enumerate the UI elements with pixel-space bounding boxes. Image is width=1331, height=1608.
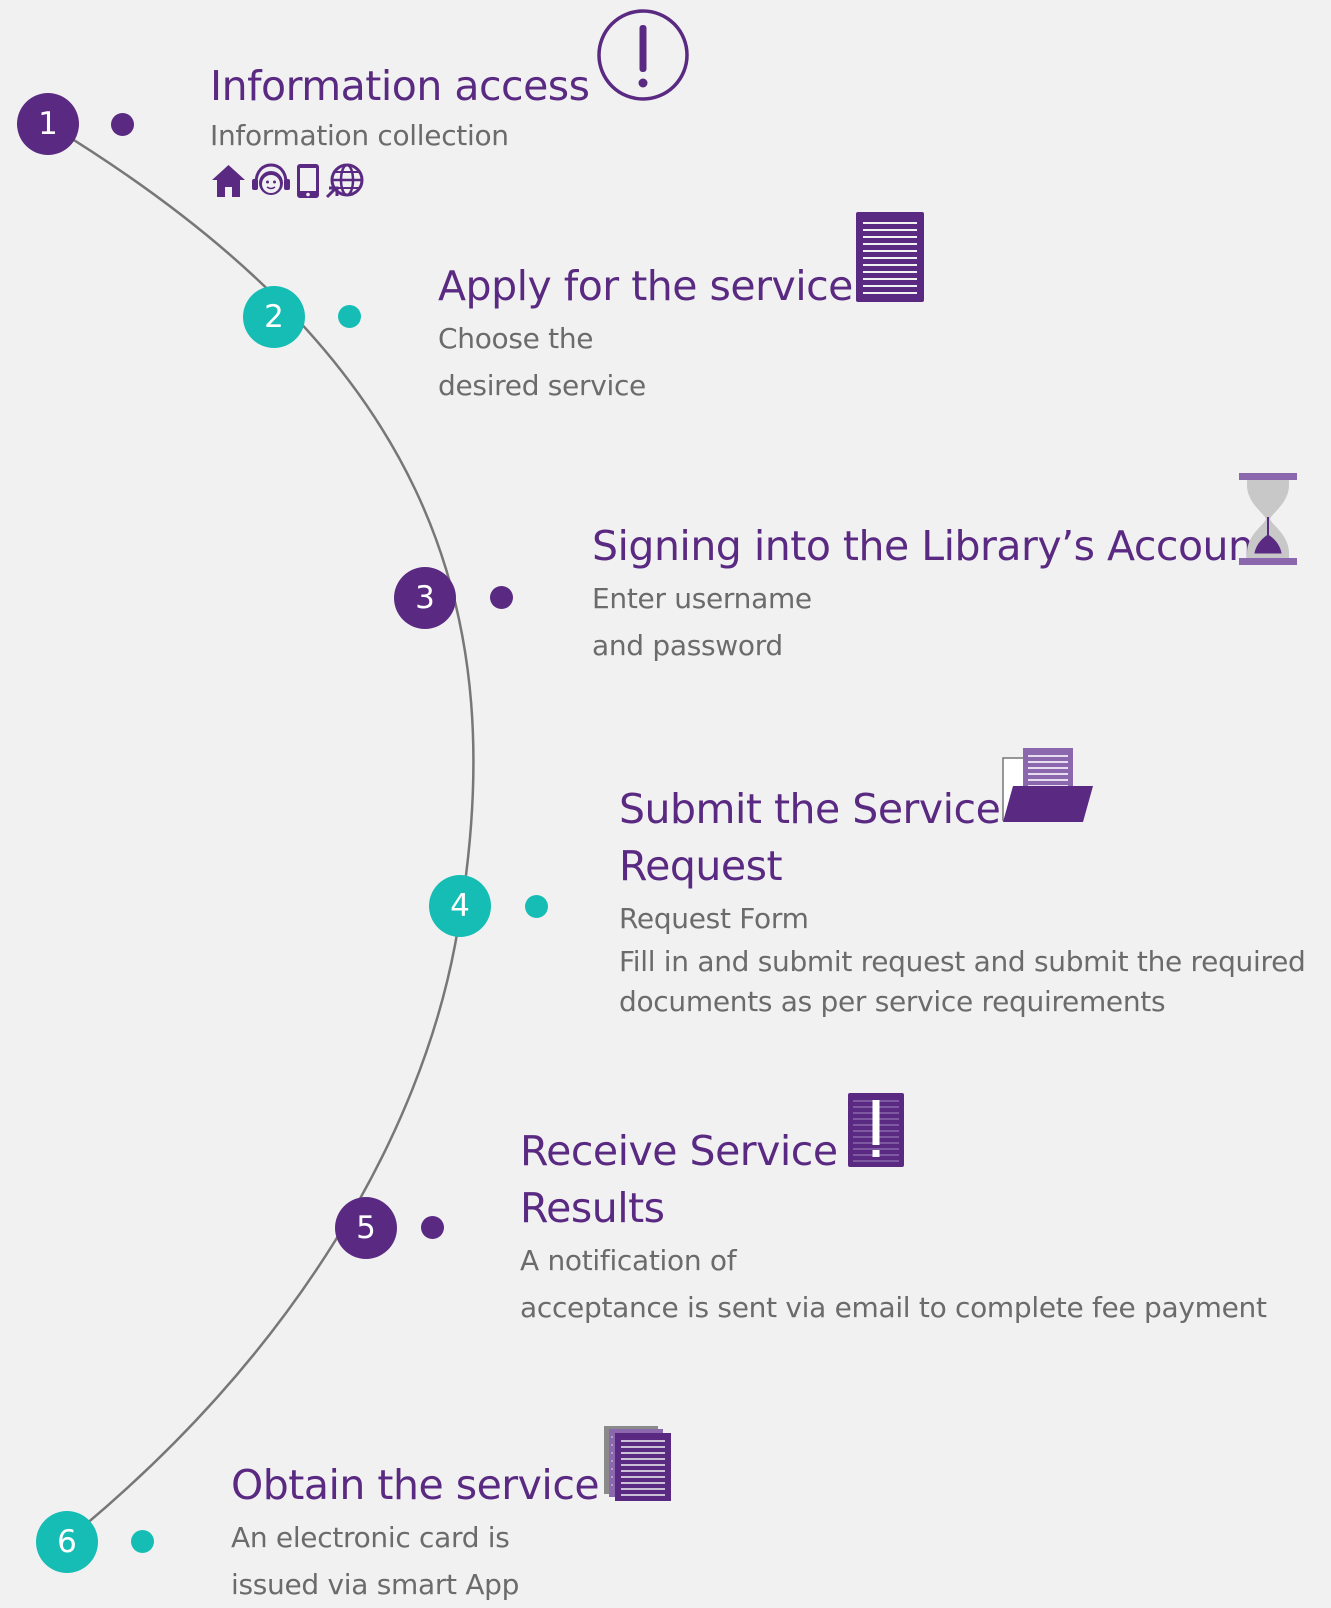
- step-5-dot: [421, 1216, 444, 1239]
- step-4-dot: [525, 895, 548, 918]
- step-3-description-line-2: and password: [592, 629, 783, 662]
- step-4: Submit the Service Request Request Form …: [619, 781, 1306, 1022]
- step-3-dot: [490, 586, 513, 609]
- step-6-number: 6: [36, 1511, 98, 1573]
- channel-icons: [210, 163, 590, 199]
- step-1-number: 1: [17, 93, 79, 155]
- step-4-detail-line-2: documents as per service requirements: [619, 985, 1166, 1018]
- step-6-description-line-2: issued via smart App: [231, 1568, 520, 1601]
- step-4-number: 4: [429, 875, 491, 937]
- step-1-dot: [111, 113, 134, 136]
- home-icon: [212, 165, 245, 197]
- step-5-description-line-1: A notification of: [520, 1244, 737, 1277]
- step-4-detail-line-1: Fill in and submit request and submit th…: [619, 945, 1306, 978]
- step-3-description-line-1: Enter username: [592, 582, 812, 615]
- step-2-title: Apply for the service: [438, 262, 853, 310]
- step-2-number: 2: [243, 286, 305, 348]
- step-6-description-line-1: An electronic card is: [231, 1521, 510, 1554]
- step-2-dot: [338, 305, 361, 328]
- step-2-description-line-2: desired service: [438, 369, 646, 402]
- step-3-title: Signing into the Library’s Account: [592, 522, 1270, 570]
- step-5-title-line-2: Results: [520, 1184, 665, 1232]
- step-5-description-line-2: acceptance is sent via email to complete…: [520, 1291, 1267, 1324]
- hourglass-icon: [1239, 473, 1297, 565]
- step-4-title-line-2: Request: [619, 842, 783, 890]
- step-3-number: 3: [394, 567, 456, 629]
- step-1-title: Information access: [210, 62, 590, 110]
- notice-document-icon: [848, 1093, 904, 1167]
- step-2-description-line-1: Choose the: [438, 322, 594, 355]
- step-1-description: Information collection: [210, 119, 509, 152]
- step-3: Signing into the Library’s Account Enter…: [592, 518, 1270, 669]
- document-icon: [856, 212, 924, 302]
- step-1: Information access Information collectio…: [210, 58, 590, 199]
- exclamation-circle-icon: [597, 9, 689, 101]
- customer-service-icon: [252, 163, 290, 195]
- step-4-description: Request Form: [619, 902, 809, 935]
- step-4-title-line-1: Submit the Service: [619, 785, 1001, 833]
- folder-documents-icon: [1002, 748, 1093, 822]
- step-2: Apply for the service Choose the desired…: [438, 258, 853, 409]
- step-6-title: Obtain the service: [231, 1461, 600, 1509]
- step-6-dot: [131, 1530, 154, 1553]
- document-stack-icon: [604, 1426, 671, 1501]
- globe-icon: [325, 163, 364, 199]
- step-6: Obtain the service An electronic card is…: [231, 1457, 600, 1608]
- step-5-number: 5: [335, 1197, 397, 1259]
- smartphone-icon: [297, 164, 319, 198]
